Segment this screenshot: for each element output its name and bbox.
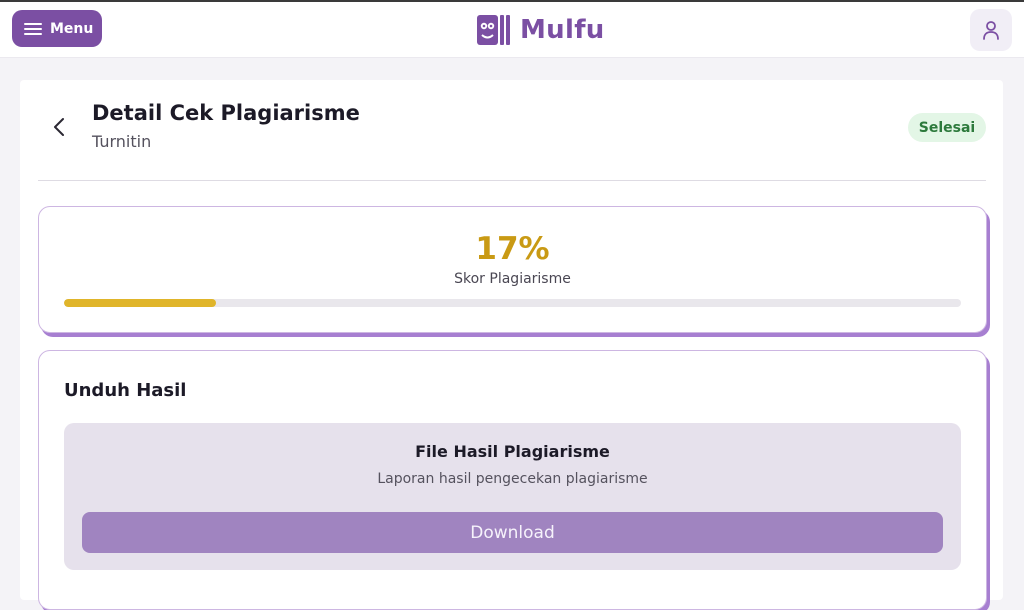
file-description: Laporan hasil pengecekan plagiarisme xyxy=(377,471,648,487)
menu-icon xyxy=(24,22,42,36)
back-button[interactable] xyxy=(48,114,70,140)
brand-name: Mulfu xyxy=(520,15,605,45)
score-progress-bar xyxy=(64,299,961,307)
chevron-left-icon xyxy=(54,118,64,136)
top-bar: Menu Mulfu xyxy=(0,2,1024,58)
page-subtitle: Turnitin xyxy=(92,132,152,151)
status-badge: Selesai xyxy=(908,113,986,142)
menu-button[interactable]: Menu xyxy=(12,10,102,47)
score-value: 17% xyxy=(475,231,550,267)
user-icon xyxy=(983,21,999,40)
user-profile-button[interactable] xyxy=(970,9,1012,51)
result-file-box: File Hasil Plagiarisme Laporan hasil pen… xyxy=(64,423,961,570)
score-progress-fill xyxy=(64,299,217,307)
brand-logo[interactable]: Mulfu xyxy=(476,11,605,49)
download-button[interactable]: Download xyxy=(82,512,943,553)
score-card: 17% Skor Plagiarisme xyxy=(38,206,987,333)
download-section-title: Unduh Hasil xyxy=(64,380,187,401)
header-divider xyxy=(38,180,986,181)
score-label: Skor Plagiarisme xyxy=(454,271,571,287)
download-card: Unduh Hasil File Hasil Plagiarisme Lapor… xyxy=(38,350,987,610)
file-title: File Hasil Plagiarisme xyxy=(415,442,610,461)
menu-label: Menu xyxy=(50,20,94,37)
page-title: Detail Cek Plagiarisme xyxy=(92,101,360,125)
brand-logo-icon xyxy=(477,15,510,45)
